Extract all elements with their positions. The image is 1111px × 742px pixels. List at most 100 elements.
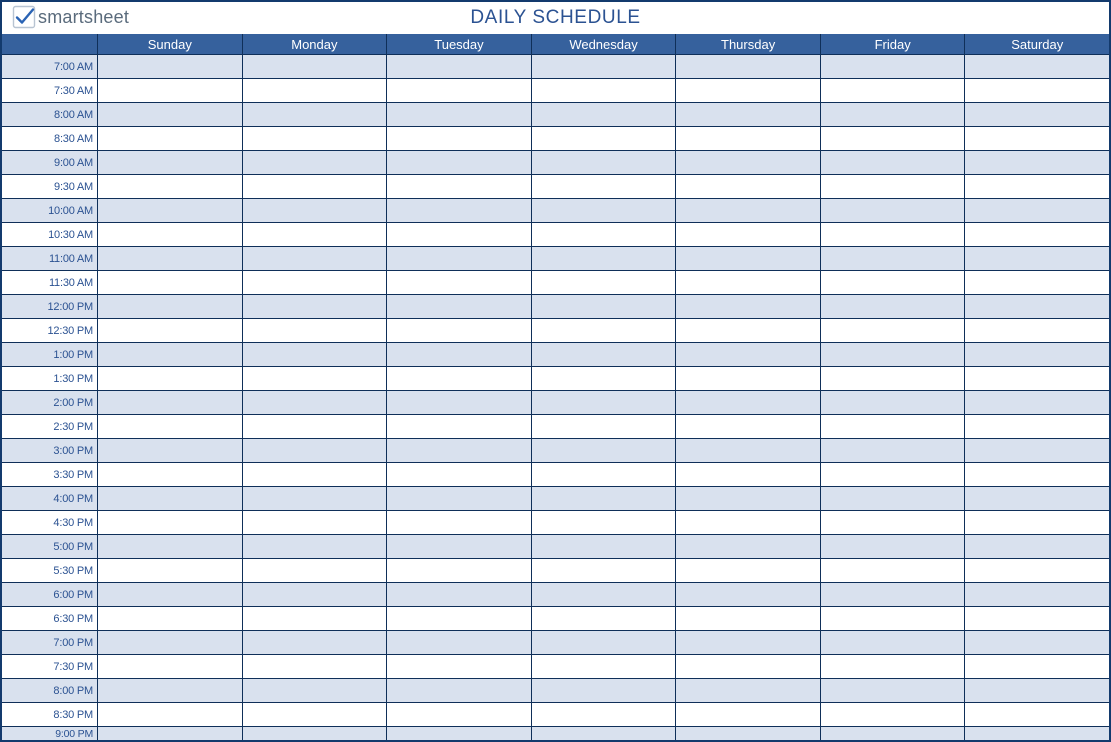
schedule-cell[interactable]	[532, 679, 677, 702]
schedule-cell[interactable]	[821, 295, 966, 318]
schedule-cell[interactable]	[98, 559, 243, 582]
schedule-cell[interactable]	[821, 391, 966, 414]
schedule-cell[interactable]	[965, 607, 1109, 630]
schedule-cell[interactable]	[821, 535, 966, 558]
schedule-cell[interactable]	[98, 319, 243, 342]
schedule-cell[interactable]	[532, 631, 677, 654]
schedule-cell[interactable]	[387, 655, 532, 678]
schedule-cell[interactable]	[532, 127, 677, 150]
schedule-cell[interactable]	[965, 439, 1109, 462]
schedule-cell[interactable]	[98, 487, 243, 510]
schedule-cell[interactable]	[387, 535, 532, 558]
schedule-cell[interactable]	[98, 271, 243, 294]
schedule-cell[interactable]	[243, 391, 388, 414]
schedule-cell[interactable]	[243, 199, 388, 222]
schedule-cell[interactable]	[98, 247, 243, 270]
schedule-cell[interactable]	[821, 103, 966, 126]
schedule-cell[interactable]	[676, 559, 821, 582]
schedule-cell[interactable]	[387, 343, 532, 366]
schedule-cell[interactable]	[965, 223, 1109, 246]
schedule-cell[interactable]	[243, 247, 388, 270]
schedule-cell[interactable]	[98, 103, 243, 126]
schedule-cell[interactable]	[243, 367, 388, 390]
schedule-cell[interactable]	[98, 151, 243, 174]
schedule-cell[interactable]	[821, 463, 966, 486]
schedule-cell[interactable]	[676, 199, 821, 222]
schedule-cell[interactable]	[965, 679, 1109, 702]
schedule-cell[interactable]	[387, 55, 532, 78]
schedule-cell[interactable]	[98, 511, 243, 534]
schedule-cell[interactable]	[387, 367, 532, 390]
schedule-cell[interactable]	[965, 391, 1109, 414]
schedule-cell[interactable]	[243, 535, 388, 558]
schedule-cell[interactable]	[243, 511, 388, 534]
schedule-cell[interactable]	[243, 175, 388, 198]
schedule-cell[interactable]	[676, 679, 821, 702]
schedule-cell[interactable]	[965, 415, 1109, 438]
schedule-cell[interactable]	[965, 175, 1109, 198]
schedule-cell[interactable]	[98, 367, 243, 390]
schedule-cell[interactable]	[387, 103, 532, 126]
schedule-cell[interactable]	[532, 271, 677, 294]
schedule-cell[interactable]	[676, 343, 821, 366]
schedule-cell[interactable]	[387, 295, 532, 318]
schedule-cell[interactable]	[98, 679, 243, 702]
schedule-cell[interactable]	[821, 271, 966, 294]
schedule-cell[interactable]	[965, 343, 1109, 366]
schedule-cell[interactable]	[821, 415, 966, 438]
schedule-cell[interactable]	[821, 343, 966, 366]
schedule-cell[interactable]	[532, 223, 677, 246]
schedule-cell[interactable]	[387, 391, 532, 414]
schedule-cell[interactable]	[532, 151, 677, 174]
schedule-cell[interactable]	[98, 199, 243, 222]
schedule-cell[interactable]	[243, 655, 388, 678]
schedule-cell[interactable]	[821, 607, 966, 630]
schedule-cell[interactable]	[243, 127, 388, 150]
schedule-cell[interactable]	[965, 559, 1109, 582]
schedule-cell[interactable]	[676, 295, 821, 318]
schedule-cell[interactable]	[98, 55, 243, 78]
schedule-cell[interactable]	[676, 535, 821, 558]
schedule-cell[interactable]	[965, 79, 1109, 102]
schedule-cell[interactable]	[98, 343, 243, 366]
schedule-cell[interactable]	[243, 487, 388, 510]
schedule-cell[interactable]	[676, 703, 821, 726]
schedule-cell[interactable]	[98, 223, 243, 246]
schedule-cell[interactable]	[243, 415, 388, 438]
schedule-cell[interactable]	[98, 727, 243, 740]
schedule-cell[interactable]	[821, 703, 966, 726]
schedule-cell[interactable]	[532, 391, 677, 414]
schedule-cell[interactable]	[387, 271, 532, 294]
schedule-cell[interactable]	[965, 703, 1109, 726]
schedule-cell[interactable]	[98, 415, 243, 438]
schedule-cell[interactable]	[676, 655, 821, 678]
schedule-cell[interactable]	[821, 439, 966, 462]
schedule-cell[interactable]	[243, 271, 388, 294]
schedule-cell[interactable]	[965, 583, 1109, 606]
schedule-cell[interactable]	[98, 391, 243, 414]
schedule-cell[interactable]	[243, 295, 388, 318]
schedule-cell[interactable]	[532, 103, 677, 126]
schedule-cell[interactable]	[243, 343, 388, 366]
schedule-cell[interactable]	[387, 559, 532, 582]
schedule-cell[interactable]	[98, 583, 243, 606]
schedule-cell[interactable]	[243, 727, 388, 740]
schedule-cell[interactable]	[387, 463, 532, 486]
schedule-cell[interactable]	[243, 559, 388, 582]
schedule-cell[interactable]	[387, 703, 532, 726]
schedule-cell[interactable]	[243, 607, 388, 630]
schedule-cell[interactable]	[676, 631, 821, 654]
schedule-cell[interactable]	[821, 319, 966, 342]
schedule-cell[interactable]	[821, 223, 966, 246]
schedule-cell[interactable]	[243, 439, 388, 462]
schedule-cell[interactable]	[532, 439, 677, 462]
schedule-cell[interactable]	[676, 511, 821, 534]
schedule-cell[interactable]	[965, 487, 1109, 510]
schedule-cell[interactable]	[98, 463, 243, 486]
schedule-cell[interactable]	[821, 655, 966, 678]
schedule-cell[interactable]	[387, 415, 532, 438]
schedule-cell[interactable]	[676, 487, 821, 510]
schedule-cell[interactable]	[532, 607, 677, 630]
schedule-cell[interactable]	[965, 103, 1109, 126]
schedule-cell[interactable]	[676, 727, 821, 740]
